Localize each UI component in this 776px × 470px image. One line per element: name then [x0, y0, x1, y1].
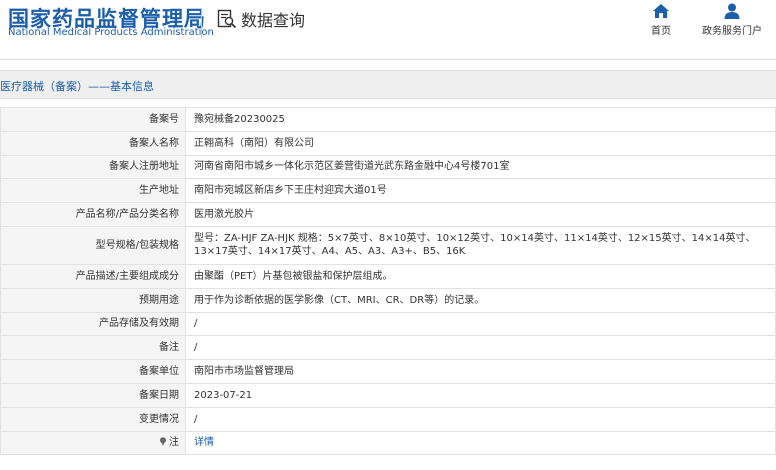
nav-service-portal[interactable]: 政务服务门户	[700, 3, 764, 37]
table-row: 备注 /	[0, 335, 776, 361]
row-value: 正翱高科（南阳）有限公司	[185, 130, 776, 156]
query-title-text: 数据查询	[241, 11, 306, 30]
nav-home[interactable]: 首页	[646, 3, 676, 37]
data-query-title: 数据查询	[217, 8, 305, 30]
table-row: 备案人注册地址 河南省南阳市城乡一体化示范区姜营街道光武东路金融中心4号楼701…	[0, 154, 776, 180]
row-value: /	[185, 406, 776, 432]
table-row: 产品描述/主要组成成分 由聚酯（PET）片基包被银盐和保护层组成。	[0, 263, 776, 289]
document-search-icon	[217, 9, 237, 29]
row-value: 豫宛械备20230025	[185, 107, 776, 132]
row-value: 医用激光胶片	[185, 202, 776, 227]
row-label: 产品名称/产品分类名称	[0, 202, 186, 227]
row-value-cell: 详情	[185, 430, 776, 456]
basic-info-table: 备案号 豫宛械备20230025 备案人名称 正翱高科（南阳）有限公司 备案人注…	[0, 107, 776, 456]
table-row: 变更情况 /	[0, 406, 776, 432]
row-label: 备注	[0, 335, 186, 361]
row-value: 型号：ZA-HJF ZA-HJK 规格：5×7英寸、8×10英寸、10×12英寸…	[185, 225, 776, 265]
row-label: 备案单位	[0, 359, 186, 384]
row-value: 2023-07-21	[185, 382, 776, 408]
row-value: /	[185, 335, 776, 361]
row-value: 南阳市市场监督管理局	[185, 359, 776, 384]
row-label: 型号规格/包装规格	[0, 225, 186, 265]
row-value: 用于作为诊断依据的医学影像（CT、MRI、CR、DR等）的记录。	[185, 287, 776, 313]
logo-divider	[201, 8, 202, 38]
section-header: 医疗器械（备案）——基本信息	[0, 70, 776, 99]
table-row: 注 详情	[0, 430, 776, 456]
table-row: 产品存储及有效期 /	[0, 311, 776, 337]
row-label: 变更情况	[0, 406, 186, 432]
table-row: 备案人名称 正翱高科（南阳）有限公司	[0, 130, 776, 156]
table-row: 产品名称/产品分类名称 医用激光胶片	[0, 202, 776, 227]
table-row: 备案号 豫宛械备20230025	[0, 107, 776, 132]
table-row: 型号规格/包装规格 型号：ZA-HJF ZA-HJK 规格：5×7英寸、8×10…	[0, 225, 776, 265]
row-value: /	[185, 311, 776, 337]
row-label: 生产地址	[0, 178, 186, 204]
row-label: 备案人注册地址	[0, 154, 186, 180]
row-label: 备案人名称	[0, 130, 186, 156]
row-label: 预期用途	[0, 287, 186, 313]
row-value: 南阳市宛城区新店乡下王庄村迎宾大道01号	[185, 178, 776, 204]
nav-service-portal-label: 政务服务门户	[702, 26, 762, 37]
row-label: 注	[169, 437, 179, 449]
note-label-cell: 注	[0, 430, 186, 456]
nav-home-label: 首页	[651, 26, 671, 37]
details-link[interactable]: 详情	[194, 437, 214, 448]
row-value: 由聚酯（PET）片基包被银盐和保护层组成。	[185, 263, 776, 289]
table-row: 备案单位 南阳市市场监督管理局	[0, 359, 776, 384]
table-row: 备案日期 2023-07-21	[0, 382, 776, 408]
row-label: 备案日期	[0, 382, 186, 408]
table-row: 生产地址 南阳市宛城区新店乡下王庄村迎宾大道01号	[0, 178, 776, 204]
table-row: 预期用途 用于作为诊断依据的医学影像（CT、MRI、CR、DR等）的记录。	[0, 287, 776, 313]
row-label: 备案号	[0, 107, 186, 132]
logo-english: National Medical Products Administration	[8, 27, 214, 38]
row-label: 产品描述/主要组成成分	[0, 263, 186, 289]
site-header: 国家药品监督管理局 National Medical Products Admi…	[0, 0, 776, 60]
row-value: 河南省南阳市城乡一体化示范区姜营街道光武东路金融中心4号楼701室	[185, 154, 776, 180]
user-icon	[724, 3, 740, 19]
pin-icon	[160, 437, 166, 447]
home-icon	[653, 4, 669, 18]
section-title: 医疗器械（备案）——基本信息	[0, 80, 154, 93]
row-label: 产品存储及有效期	[0, 311, 186, 337]
